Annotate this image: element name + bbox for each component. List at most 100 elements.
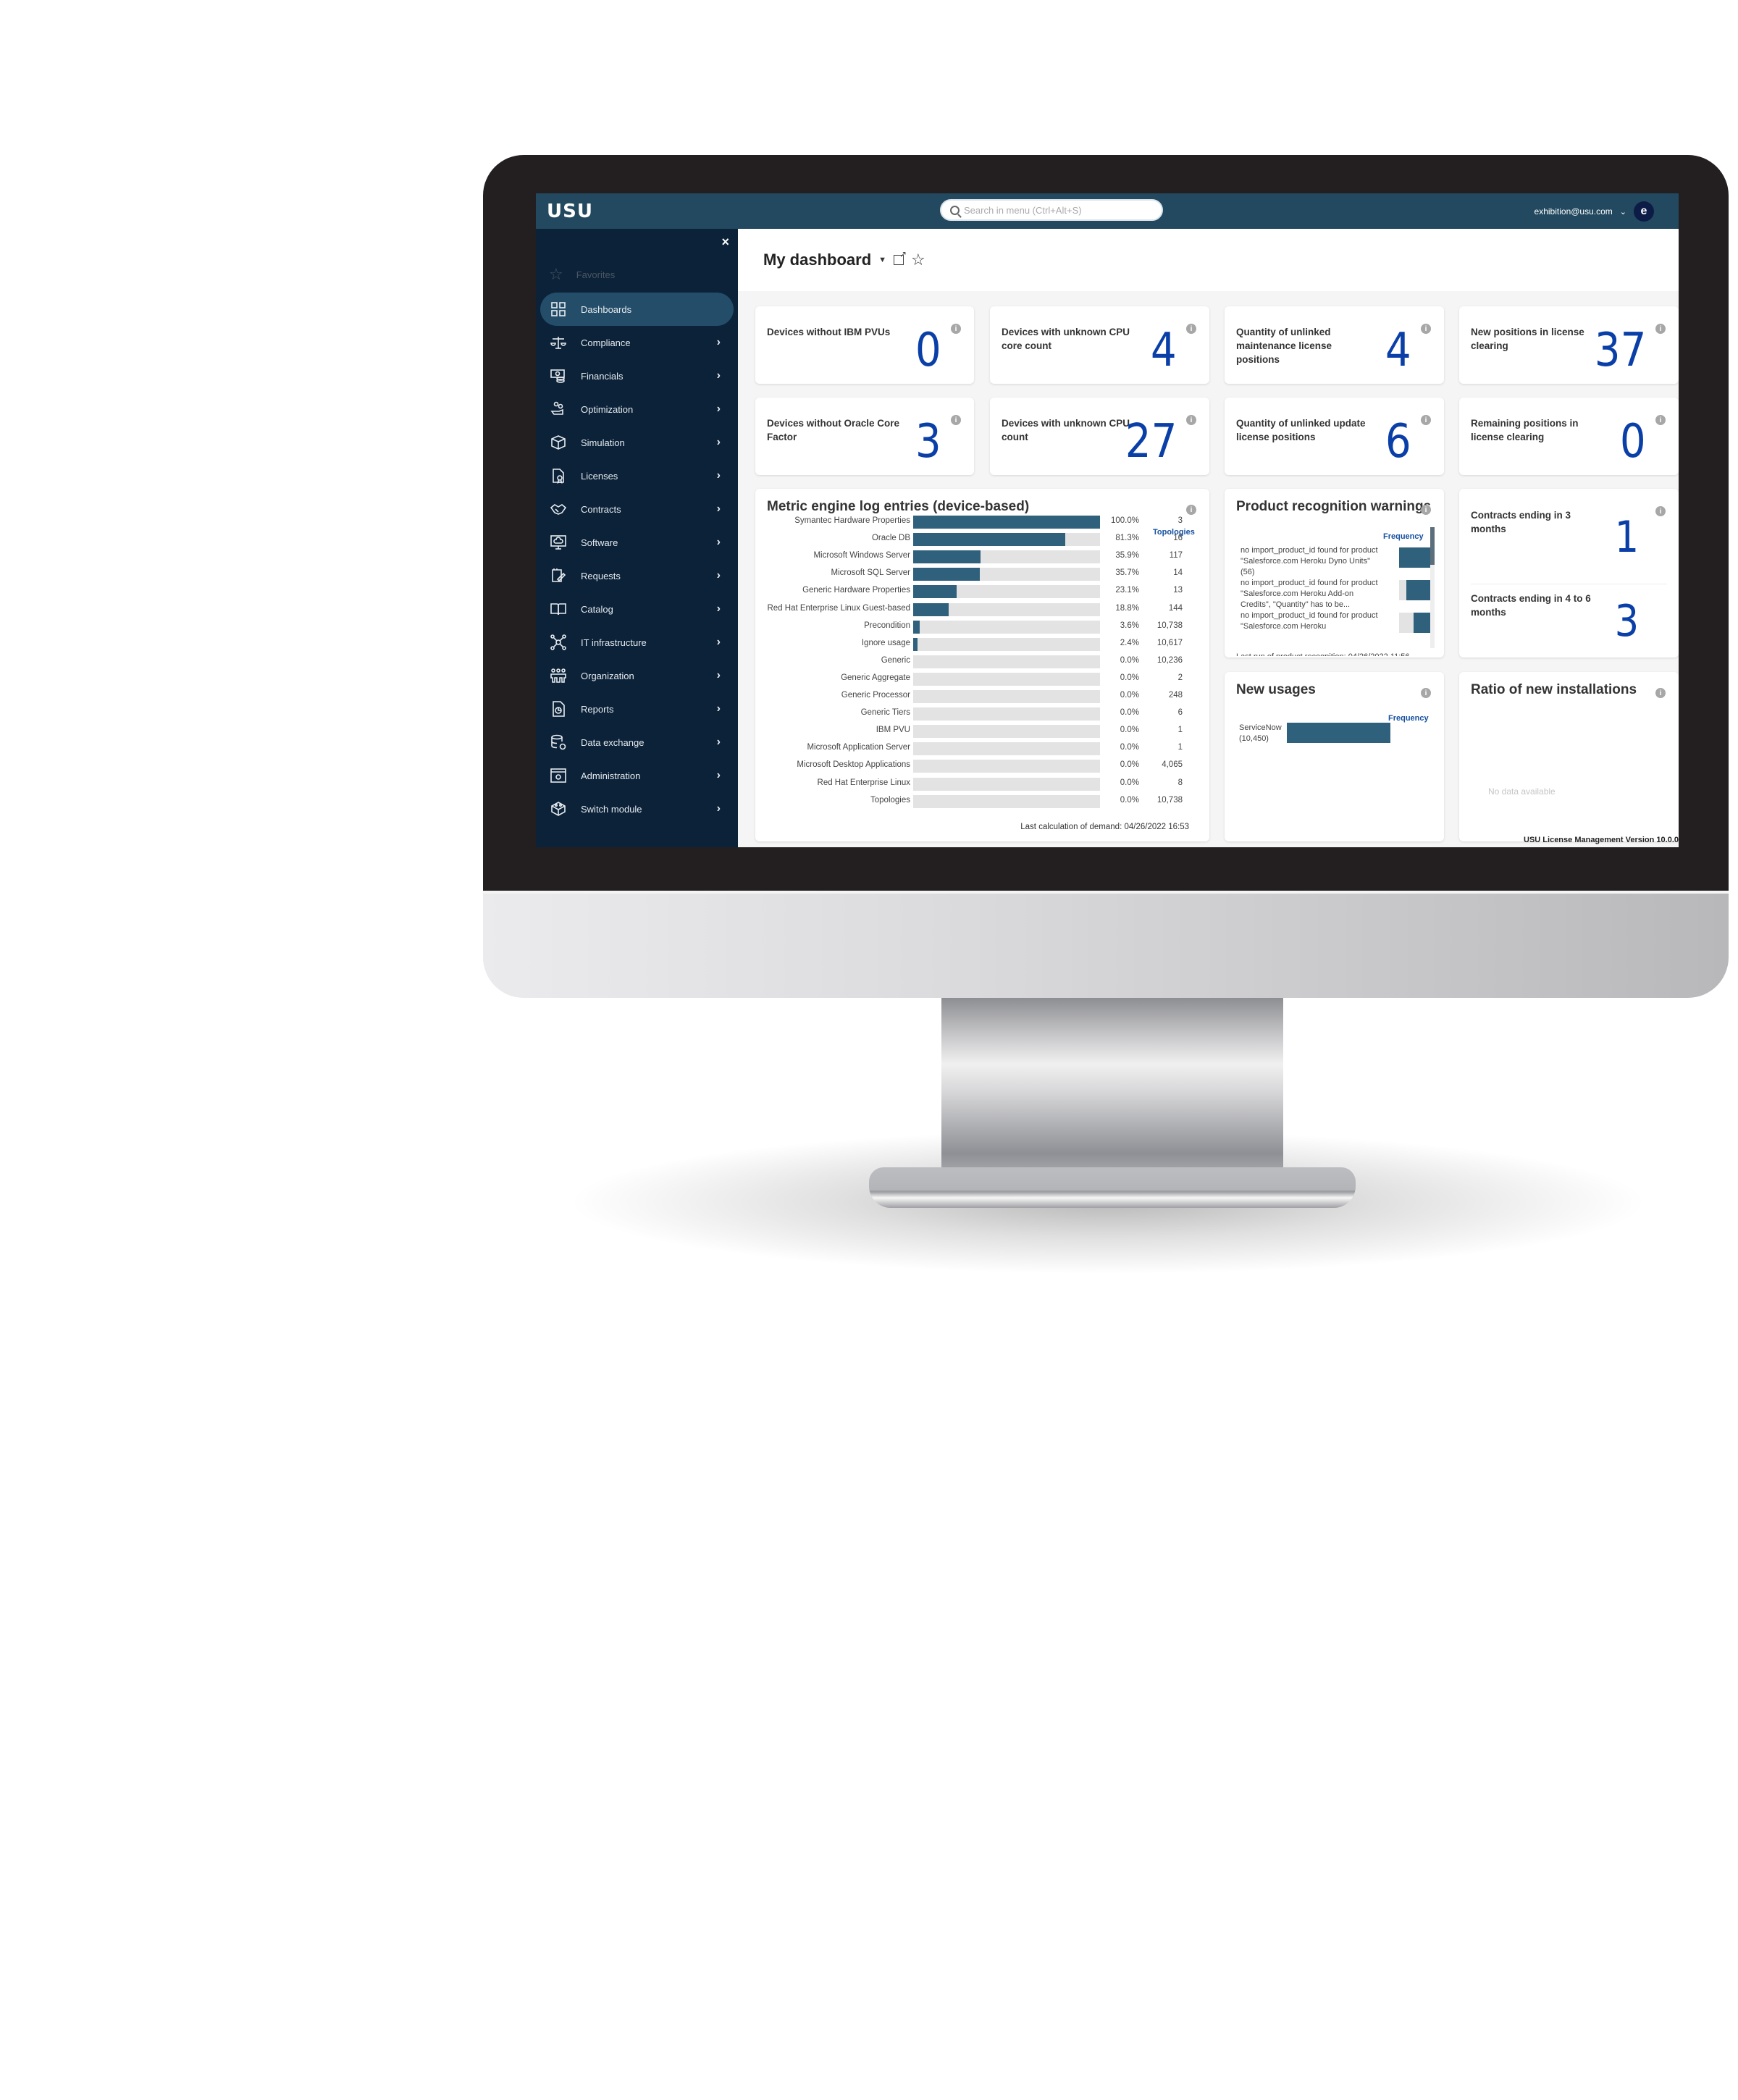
- chevron-down-icon[interactable]: ⌄: [1620, 207, 1626, 217]
- sidebar-item-data-exchange[interactable]: Data exchange ›: [540, 726, 734, 759]
- chevron-right-icon[interactable]: ›: [717, 503, 721, 516]
- chevron-right-icon[interactable]: ›: [717, 369, 721, 382]
- warning-text[interactable]: no import_product_id found for product "…: [1240, 578, 1385, 610]
- chevron-right-icon[interactable]: ›: [717, 436, 721, 449]
- kpi-card[interactable]: Devices with unknown CPU count 27 i: [990, 398, 1209, 475]
- bar-row[interactable]: Generic Hardware Properties 23.1% 13: [755, 585, 1209, 599]
- chevron-right-icon[interactable]: ›: [717, 602, 721, 616]
- chevron-right-icon[interactable]: ›: [717, 469, 721, 482]
- bar-row[interactable]: Ignore usage 2.4% 10,617: [755, 637, 1209, 651]
- frequency-bar[interactable]: [1406, 580, 1431, 600]
- chevron-right-icon[interactable]: ›: [717, 736, 721, 749]
- chevron-right-icon[interactable]: ›: [717, 336, 721, 349]
- chevron-right-icon[interactable]: ›: [717, 702, 721, 715]
- sidebar-item-financials[interactable]: Financials ›: [540, 359, 734, 392]
- bar[interactable]: [913, 637, 918, 651]
- sidebar-item-reports[interactable]: Reports ›: [540, 692, 734, 726]
- kpi-card[interactable]: New positions in license clearing 37 i: [1459, 306, 1679, 384]
- bar[interactable]: [913, 602, 949, 616]
- sidebar-item-switch-module[interactable]: Switch module ›: [540, 792, 734, 826]
- bar[interactable]: [913, 620, 920, 634]
- frequency-bar[interactable]: [1399, 547, 1431, 568]
- sidebar-item-licenses[interactable]: Licenses ›: [540, 459, 734, 492]
- info-icon[interactable]: i: [1655, 415, 1666, 425]
- bar-row[interactable]: Red Hat Enterprise Linux 0.0% 8: [755, 777, 1209, 791]
- sidebar-item-it-infrastructure[interactable]: IT infrastructure ›: [540, 626, 734, 659]
- bar[interactable]: [913, 516, 1100, 529]
- sidebar-item-catalog[interactable]: Catalog ›: [540, 592, 734, 626]
- chevron-right-icon[interactable]: ›: [717, 769, 721, 782]
- kpi-card[interactable]: Remaining positions in license clearing …: [1459, 398, 1679, 475]
- chevron-right-icon[interactable]: ›: [717, 802, 721, 815]
- bar[interactable]: [913, 550, 981, 564]
- bar-row[interactable]: Generic 0.0% 10,236: [755, 655, 1209, 668]
- sidebar-item-contracts[interactable]: Contracts ›: [540, 492, 734, 526]
- bar-row[interactable]: Microsoft Windows Server 35.9% 117: [755, 550, 1209, 564]
- chevron-right-icon[interactable]: ›: [717, 669, 721, 682]
- chevron-right-icon[interactable]: ›: [717, 536, 721, 549]
- sidebar-item-compliance[interactable]: Compliance ›: [540, 326, 734, 359]
- warning-text[interactable]: no import_product_id found for product "…: [1240, 545, 1385, 578]
- sidebar-item-favorites[interactable]: ☆ Favorites: [549, 265, 615, 284]
- bar[interactable]: [913, 568, 981, 581]
- sidebar-item-simulation[interactable]: Simulation ›: [540, 426, 734, 459]
- bar-row[interactable]: Generic Aggregate 0.0% 2: [755, 672, 1209, 686]
- open-external-icon[interactable]: [894, 249, 907, 265]
- scrollbar-thumb[interactable]: [1430, 527, 1435, 565]
- close-sidebar-button[interactable]: ×: [721, 235, 729, 250]
- info-icon[interactable]: i: [1655, 324, 1666, 334]
- info-icon[interactable]: i: [951, 415, 961, 425]
- info-icon[interactable]: i: [951, 324, 961, 334]
- favorite-star-icon[interactable]: ☆: [911, 251, 925, 269]
- kpi-card[interactable]: Quantity of unlinked update license posi…: [1225, 398, 1444, 475]
- info-icon[interactable]: i: [1421, 415, 1431, 425]
- bar[interactable]: [913, 533, 1065, 547]
- info-icon[interactable]: i: [1421, 688, 1431, 698]
- sidebar-item-requests[interactable]: Requests ›: [540, 559, 734, 592]
- bar-row[interactable]: Oracle DB 81.3% 16: [755, 533, 1209, 547]
- kpi-card[interactable]: Devices without Oracle Core Factor 3 i: [755, 398, 974, 475]
- dashboard-dropdown-icon[interactable]: ▼: [878, 256, 886, 264]
- info-icon[interactable]: i: [1655, 688, 1666, 698]
- menu-search[interactable]: [940, 199, 1163, 221]
- bar-row[interactable]: Precondition 3.6% 10,738: [755, 620, 1209, 634]
- sidebar-item-software[interactable]: Software ›: [540, 526, 734, 559]
- sidebar-item-organization[interactable]: Organization ›: [540, 659, 734, 692]
- bar-row[interactable]: Symantec Hardware Properties 100.0% 3: [755, 516, 1209, 529]
- chevron-right-icon[interactable]: ›: [717, 403, 721, 416]
- bar-row[interactable]: Generic Processor 0.0% 248: [755, 690, 1209, 703]
- bar-row[interactable]: Microsoft Application Server 0.0% 1: [755, 742, 1209, 756]
- sidebar-item-optimization[interactable]: Optimization ›: [540, 392, 734, 426]
- bar-row[interactable]: Topologies 0.0% 10,738: [755, 794, 1209, 808]
- bar-row[interactable]: Red Hat Enterprise Linux Guest-based 18.8…: [755, 602, 1209, 616]
- bar[interactable]: [913, 585, 957, 599]
- chevron-right-icon[interactable]: ›: [717, 636, 721, 649]
- bar-row[interactable]: Microsoft Desktop Applications 0.0% 4,065: [755, 760, 1209, 773]
- contract-value[interactable]: 3: [1614, 599, 1639, 644]
- sidebar-item-dashboards[interactable]: Dashboards: [540, 293, 734, 326]
- warnings-scrollbar[interactable]: [1430, 527, 1435, 648]
- bar-row[interactable]: Microsoft SQL Server 35.7% 14: [755, 568, 1209, 581]
- kpi-card[interactable]: Devices without IBM PVUs 0 i: [755, 306, 974, 384]
- info-icon[interactable]: i: [1186, 505, 1196, 515]
- info-icon[interactable]: i: [1186, 415, 1196, 425]
- kpi-card[interactable]: Quantity of unlinked maintenance license…: [1225, 306, 1444, 384]
- info-icon[interactable]: i: [1186, 324, 1196, 334]
- bar-row[interactable]: Generic Tiers 0.0% 6: [755, 707, 1209, 721]
- frequency-bar[interactable]: [1413, 613, 1431, 633]
- info-icon[interactable]: i: [1421, 324, 1431, 334]
- sidebar-item-administration[interactable]: Administration ›: [540, 759, 734, 792]
- kpi-card[interactable]: Devices with unknown CPU core count 4 i: [990, 306, 1209, 384]
- warning-text[interactable]: no import_product_id found for product "…: [1240, 610, 1385, 632]
- info-icon[interactable]: i: [1655, 506, 1666, 516]
- menu-search-input[interactable]: [964, 204, 1152, 216]
- bar-row[interactable]: IBM PVU 0.0% 1: [755, 725, 1209, 739]
- chevron-right-icon[interactable]: ›: [717, 569, 721, 582]
- contract-value[interactable]: 1: [1614, 515, 1639, 560]
- usu-logo[interactable]: USU: [547, 201, 593, 222]
- usage-bar[interactable]: [1287, 723, 1390, 743]
- avatar[interactable]: e: [1634, 201, 1654, 222]
- user-email[interactable]: exhibition@usu.com: [1535, 206, 1613, 217]
- page-title[interactable]: My dashboard: [763, 251, 871, 269]
- info-icon[interactable]: i: [1421, 505, 1431, 515]
